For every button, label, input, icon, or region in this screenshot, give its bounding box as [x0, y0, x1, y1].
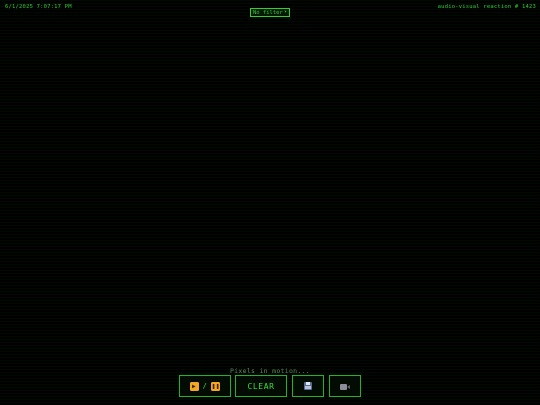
play-pause-button[interactable]: ▶ / ❚❚ — [179, 375, 231, 397]
pause-icon: ❚❚ — [211, 381, 221, 391]
clear-button[interactable]: CLEAR — [235, 375, 287, 397]
floppy-disk-icon — [304, 382, 312, 390]
timestamp: 6/1/2025 7:07:17 PM — [5, 4, 72, 10]
reaction-counter: audio-visual reaction # 1423 — [437, 4, 536, 10]
video-camera-icon — [340, 383, 350, 390]
record-button[interactable] — [329, 375, 361, 397]
filter-select[interactable]: No filter ▾ — [250, 8, 290, 17]
crt-scanlines — [0, 0, 540, 405]
filter-select-value: No filter — [253, 9, 283, 16]
status-message: Pixels in motion... — [229, 367, 311, 375]
chevron-down-icon: ▾ — [283, 9, 287, 15]
play-pause-separator: / — [202, 382, 208, 390]
play-icon: ▶ — [189, 381, 199, 391]
save-button[interactable] — [292, 375, 324, 397]
